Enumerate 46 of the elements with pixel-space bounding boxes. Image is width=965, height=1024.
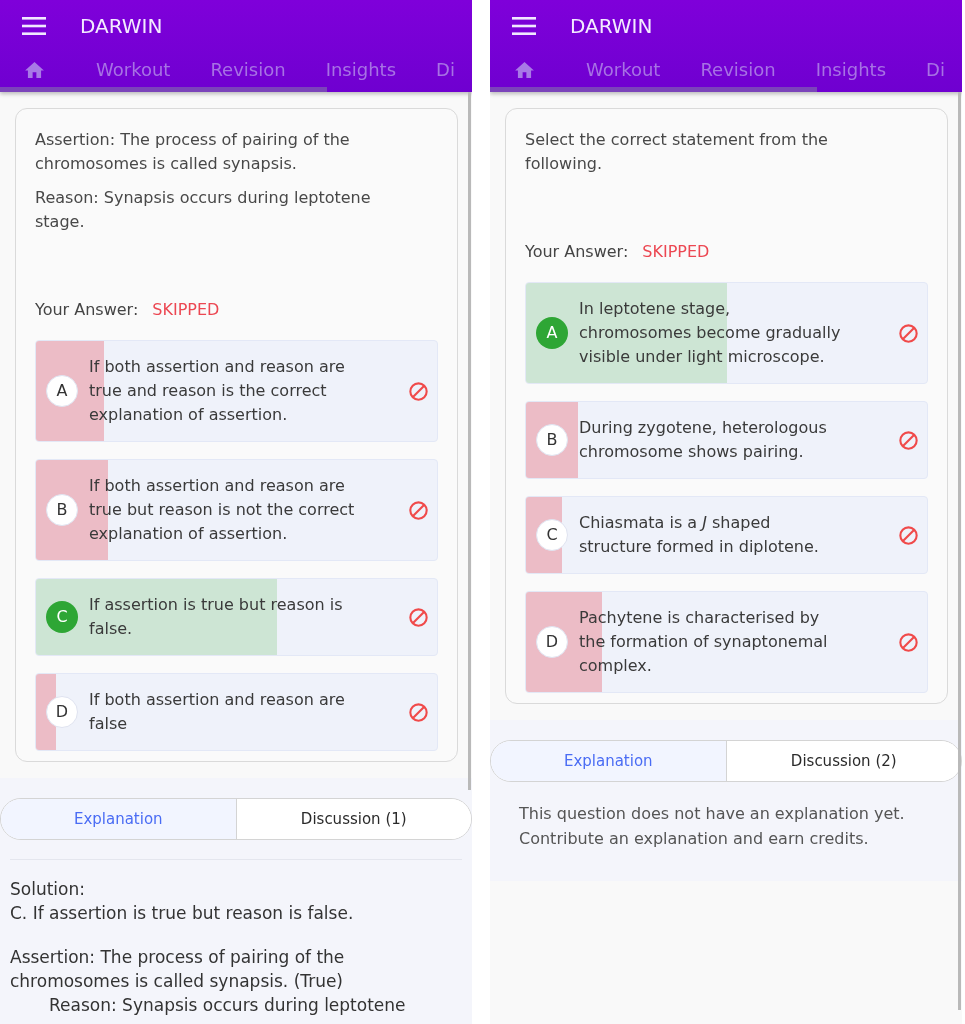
answer-label: Your Answer: [525, 241, 629, 263]
prohibited-icon [409, 607, 428, 627]
question-text: Reason: Synapsis occurs during leptotene stage. [35, 187, 372, 233]
menu-icon[interactable] [512, 17, 536, 35]
option-text: If assertion is true but reason is false. [89, 594, 344, 640]
question-text: Assertion: The process of pairing of the chromosomes is called synapsis. [35, 129, 351, 175]
prohibited-icon [899, 632, 918, 652]
prohibited-icon [899, 525, 918, 545]
answer-option[interactable]: A If both assertion and reason are true and reason is the correct explanation of assertion. [35, 340, 438, 442]
section-tab[interactable]: Explanation [1, 799, 237, 839]
solution-text: C. If assertion is true but reason is false. [10, 902, 355, 925]
section-tab[interactable]: Explanation [491, 741, 727, 781]
prohibited-icon [899, 430, 918, 450]
prohibited-icon [899, 323, 918, 343]
option-text: Chiasmata is a J shaped structure formed in diplotene. [579, 512, 820, 558]
answer-option[interactable]: B During zygotene, heterologous chromosome shows pairing. [525, 401, 928, 479]
option-text: During zygotene, heterologous chromosome shows pairing. [579, 417, 828, 463]
option-text: If both assertion and reason are false [89, 689, 346, 735]
scrollbar[interactable] [468, 92, 471, 790]
app-title: DARWIN [570, 13, 653, 40]
menu-icon[interactable] [22, 17, 46, 35]
answer-option[interactable]: A In leptotene stage, chromosomes become gradually visible under light microscope. [525, 282, 928, 384]
solution-text: Solution: [10, 878, 86, 901]
scrollbar[interactable] [958, 92, 961, 1010]
prohibited-icon [409, 381, 428, 401]
option-text: If both assertion and reason are true and reason is the correct explanation of assertion. [89, 356, 346, 426]
app-title: DARWIN [80, 13, 163, 40]
option-text: In leptotene stage, chromosomes become gradually visible under light microscope. [579, 298, 842, 368]
solution-text: Reason: Synapsis occurs during leptotene [48, 994, 407, 1017]
option-text: Pachytene is characterised by the formation of synaptonemal complex. [579, 607, 829, 677]
answer-option[interactable]: C Chiasmata is a J shaped structure formed in diplotene. [525, 496, 928, 574]
solution-text: Assertion: The process of pairing of the chromosomes is called synapsis. (True) [10, 946, 346, 993]
prohibited-icon [409, 702, 428, 722]
no-explanation-message: This question does not have an explanation yet. Contribute an explanation and earn credits. [519, 803, 906, 850]
answer-option[interactable]: C If assertion is true but reason is false. [35, 578, 438, 656]
answer-label: Your Answer: [35, 299, 139, 321]
question-text: Select the correct statement from the following. [525, 129, 829, 175]
answer-option[interactable]: B If both assertion and reason are true but reason is not the correct explanation of assertion. [35, 459, 438, 561]
answer-option[interactable]: D Pachytene is characterised by the formation of synaptonemal complex. [525, 591, 928, 693]
option-text: If both assertion and reason are true but reason is not the correct explanation of assertion. [89, 475, 356, 545]
home-icon[interactable] [25, 61, 44, 78]
answer-status: SKIPPED [642, 241, 710, 263]
prohibited-icon [409, 500, 428, 520]
answer-option[interactable]: D If both assertion and reason are false [35, 673, 438, 751]
answer-status: SKIPPED [152, 299, 220, 321]
home-icon[interactable] [515, 61, 534, 78]
